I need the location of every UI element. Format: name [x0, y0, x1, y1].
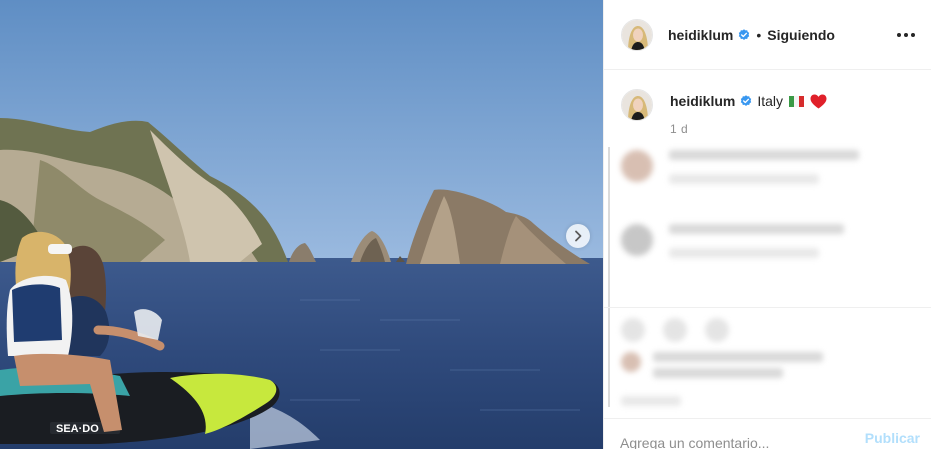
caption-username[interactable]: heidiklum [670, 93, 735, 109]
red-heart-icon [810, 94, 827, 109]
actions-divider [604, 307, 931, 308]
caption-text: Italy [757, 93, 784, 109]
more-options-icon[interactable] [897, 29, 915, 41]
header-username[interactable]: heidiklum [668, 27, 733, 43]
following-button[interactable]: Siguiendo [767, 27, 835, 43]
caption-body: heidiklum Italy 1 d [670, 89, 827, 136]
caption-avatar[interactable] [621, 89, 653, 121]
svg-text:SEA·DO: SEA·DO [56, 423, 99, 435]
blurred-comments [604, 142, 931, 412]
avatar[interactable] [621, 18, 653, 51]
next-photo-button[interactable] [566, 224, 590, 248]
jet-ski-photo: SEA·DO [0, 0, 603, 449]
publish-button[interactable]: Publicar [865, 427, 920, 449]
post-time: 1 d [670, 122, 689, 136]
post-photo[interactable]: SEA·DO [0, 0, 603, 449]
verified-badge-icon [740, 95, 752, 107]
comment-bar: Publicar [604, 418, 931, 449]
comment-input[interactable] [620, 423, 840, 449]
caption-line: heidiklum Italy [670, 93, 827, 109]
separator-dot: • [756, 26, 762, 43]
profile-photo-icon [622, 90, 652, 120]
profile-photo-icon [622, 19, 652, 50]
post-header: heidiklum • Siguiendo [604, 0, 931, 70]
chevron-right-icon [575, 230, 582, 242]
scroll-indicator [608, 147, 610, 407]
post-side-panel: heidiklum • Siguiendo heidiklum Italy 1 … [603, 0, 931, 449]
instagram-post: SEA·DO heidiklum • Siguiendo heidiklum I… [0, 0, 931, 449]
caption: heidiklum Italy 1 d [621, 89, 915, 136]
verified-badge-icon [738, 28, 750, 41]
italy-flag-icon [789, 95, 805, 107]
